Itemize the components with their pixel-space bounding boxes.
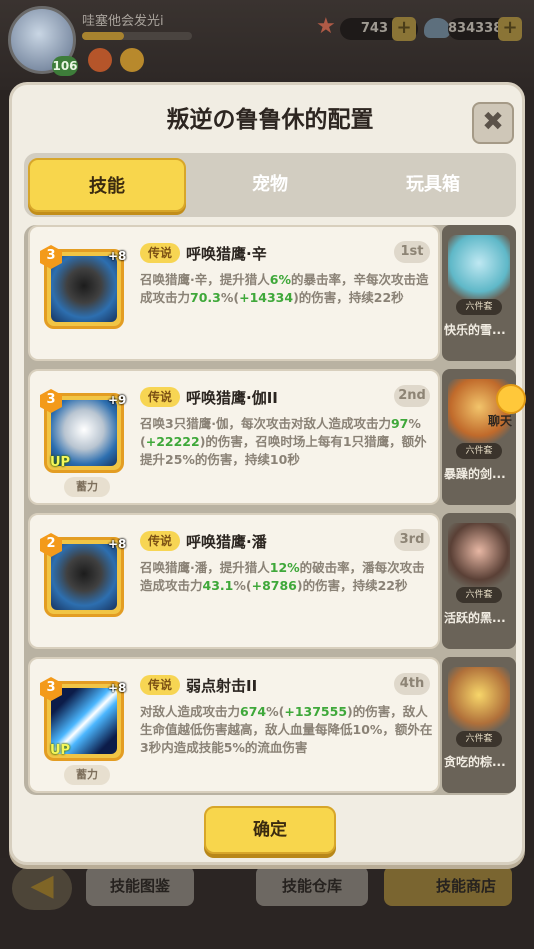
add-shell-button[interactable]: + — [498, 17, 522, 41]
skill-shop-tab[interactable]: 技能商店 — [384, 866, 512, 906]
skill-name: 呼唤猎鹰·潘 — [186, 533, 267, 551]
up-tag: UP — [50, 455, 71, 470]
pet-name: 贪吃的棕... — [444, 755, 506, 769]
skill-card[interactable]: 3 +8 传说 呼唤猎鹰·辛 1st 召唤猎鹰·辛，提升猎人6%的暴击率，辛每次… — [28, 225, 440, 361]
charge-button[interactable]: 蓄力 — [64, 765, 110, 785]
smiley-icon — [496, 384, 526, 414]
snow-pet-icon — [448, 235, 510, 305]
skill-description: 对敌人造成攻击力674%(+137555)的伤害，敌人生命值越低伤害越高，敌人血… — [140, 704, 433, 755]
pet-slot[interactable]: 六件套 活跃的黑... — [442, 513, 516, 649]
chat-label: 聊天 — [488, 414, 513, 428]
confirm-button[interactable]: 确定 — [204, 806, 336, 854]
skill-order: 4th — [394, 673, 430, 695]
tab-skills[interactable]: 技能 — [28, 158, 186, 212]
skill-name: 呼唤猎鹰·辛 — [186, 245, 267, 263]
pet-set-tag: 六件套 — [456, 299, 502, 315]
enhance-level: +9 — [108, 393, 127, 407]
skill-order: 3rd — [394, 529, 430, 551]
skill-description: 召唤3只猎鹰·伽，每次攻击对敌人造成攻击力97%(+22222)的伤害，召唤时场… — [140, 416, 427, 467]
top-hud — [0, 0, 534, 90]
skill-list: 3 +8 传说 呼唤猎鹰·辛 1st 召唤猎鹰·辛，提升猎人6%的暴击率，辛每次… — [24, 225, 516, 795]
tab-pets[interactable]: 宠物 — [196, 158, 344, 212]
chat-button[interactable]: 聊天 — [488, 384, 528, 428]
skill-storage-tab[interactable]: 技能仓库 — [256, 866, 368, 906]
skill-card[interactable]: 2 +8 传说 呼唤猎鹰·潘 3rd 召唤猎鹰·潘，提升猎人12%的破击率，潘每… — [28, 513, 440, 649]
tab-bar: 技能 宠物 玩具箱 — [24, 153, 516, 217]
black-pet-icon — [448, 523, 510, 593]
loadout-dialog: 叛逆の鲁鲁休的配置 ✖ 技能 宠物 玩具箱 3 +8 传说 呼唤猎鹰·辛 1st… — [9, 82, 525, 865]
tab-toybox[interactable]: 玩具箱 — [354, 158, 512, 212]
arrow-left-icon: ◀ — [30, 868, 54, 903]
enhance-level: +8 — [108, 681, 127, 695]
skill-description: 召唤猎鹰·辛，提升猎人6%的暴击率，辛每次攻击造成攻击力70.3%(+14334… — [140, 272, 429, 305]
player-name: 哇塞他会发光i — [82, 14, 164, 29]
pet-name: 暴躁的剑... — [444, 467, 506, 481]
back-button[interactable]: ◀ — [12, 866, 72, 910]
add-starfish-button[interactable]: + — [392, 17, 416, 41]
skill-name: 呼唤猎鹰·伽II — [186, 389, 278, 407]
skill-description: 召唤猎鹰·潘，提升猎人12%的破击率，潘每次攻击造成攻击力43.1%(+8786… — [140, 560, 425, 593]
pet-slot[interactable]: 六件套 快乐的雪... — [442, 225, 516, 361]
rarity-tag: 传说 — [140, 243, 180, 263]
rarity-tag: 传说 — [140, 531, 180, 551]
close-icon: ✖ — [482, 107, 504, 137]
rarity-tag: 传说 — [140, 675, 180, 695]
starfish-icon: ★ — [316, 14, 336, 39]
bear-pet-icon — [448, 667, 510, 737]
pet-name: 快乐的雪... — [444, 323, 506, 337]
enhance-level: +8 — [108, 537, 127, 551]
skill-name: 弱点射击II — [186, 677, 258, 695]
dialog-title: 叛逆の鲁鲁休的配置 — [166, 107, 374, 133]
skill-order: 1st — [394, 241, 430, 263]
enhance-level: +8 — [108, 249, 127, 263]
falcon-art-icon — [51, 544, 117, 610]
xp-bar-fill — [82, 32, 124, 40]
pet-set-tag: 六件套 — [456, 587, 502, 603]
pet-name: 活跃的黑... — [444, 611, 506, 625]
medal-icon[interactable] — [120, 48, 144, 72]
skill-codex-tab[interactable]: 技能图鉴 — [86, 866, 194, 906]
skill-order: 2nd — [394, 385, 430, 407]
skill-card[interactable]: 3 +9 UP 蓄力 传说 呼唤猎鹰·伽II 2nd 召唤3只猎鹰·伽，每次攻击… — [28, 369, 440, 505]
shell-icon — [424, 18, 450, 38]
falcon-art-icon — [51, 256, 117, 322]
rarity-tag: 传说 — [140, 387, 180, 407]
pet-set-tag: 六件套 — [456, 731, 502, 747]
pet-set-tag: 六件套 — [456, 443, 502, 459]
pet-slot[interactable]: 六件套 贪吃的棕... — [442, 657, 516, 793]
buff-icon[interactable] — [88, 48, 112, 72]
player-level-badge: 106 — [52, 56, 78, 76]
close-button[interactable]: ✖ — [472, 102, 514, 144]
up-tag: UP — [50, 743, 71, 758]
charge-button[interactable]: 蓄力 — [64, 477, 110, 497]
skill-card[interactable]: 3 +8 UP 蓄力 传说 弱点射击II 4th 对敌人造成攻击力674%(+1… — [28, 657, 440, 793]
xp-bar — [82, 32, 192, 40]
